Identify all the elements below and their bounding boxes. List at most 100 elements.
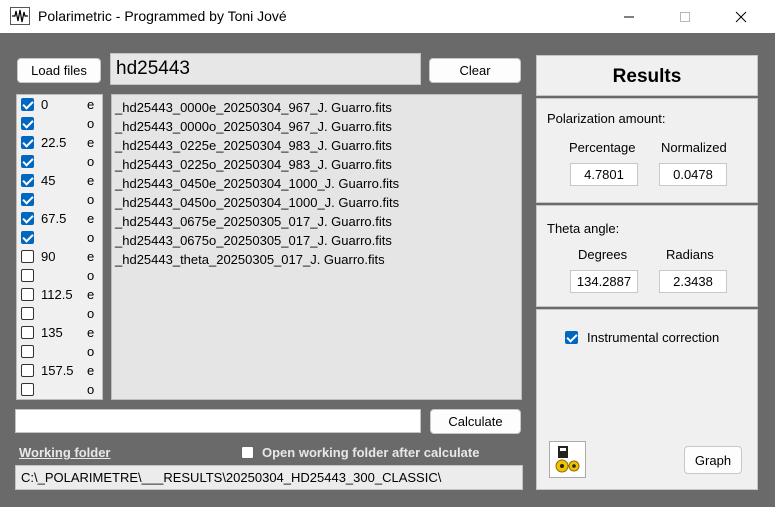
angle-e-checkbox[interactable] (21, 326, 34, 339)
ray-label: o (87, 154, 95, 169)
file-item[interactable]: _hd25443_0225o_20250304_983_J. Guarro.fi… (115, 155, 521, 174)
polarization-label: Polarization amount: (547, 111, 666, 126)
results-header-panel: Results (536, 55, 758, 96)
angle-label: 112.5 (41, 287, 73, 302)
angle-row: o (19, 343, 102, 362)
angle-row: o (19, 191, 102, 210)
waveform-icon (10, 7, 30, 25)
minimize-button[interactable] (606, 0, 652, 33)
maximize-button[interactable] (662, 0, 708, 33)
ray-label: e (87, 287, 95, 302)
calculate-button[interactable]: Calculate (430, 409, 521, 434)
ray-label: e (87, 211, 95, 226)
minimize-icon (624, 16, 634, 17)
angle-label: 22.5 (41, 135, 67, 150)
file-item[interactable]: _hd25443_0675o_20250305_017_J. Guarro.fi… (115, 231, 521, 250)
angle-row: o (19, 267, 102, 286)
ray-label: e (87, 325, 95, 340)
radians-value: 2.3438 (659, 270, 727, 293)
open-folder-checkbox[interactable] (241, 446, 254, 459)
angle-label: 67.5 (41, 211, 67, 226)
theta-label: Theta angle: (547, 221, 620, 236)
angle-row: o (19, 115, 102, 134)
instrumental-correction-checkbox[interactable] (565, 331, 578, 344)
working-folder-link[interactable]: Working folder (19, 445, 110, 460)
angle-o-checkbox[interactable] (21, 193, 34, 206)
maximize-icon (680, 11, 690, 22)
title-bar[interactable]: Polarimetric - Programmed by Toni Jové (0, 0, 775, 33)
angle-e-checkbox[interactable] (21, 98, 34, 111)
graph-button[interactable]: Graph (684, 446, 742, 474)
calculation-status-field[interactable] (15, 409, 421, 433)
angle-o-checkbox[interactable] (21, 231, 34, 244)
angle-label: 157.5 (41, 363, 74, 378)
file-item[interactable]: _hd25443_0450e_20250304_1000_J. Guarro.f… (115, 174, 521, 193)
ray-label: e (87, 363, 95, 378)
file-item[interactable]: _hd25443_0225e_20250304_983_J. Guarro.fi… (115, 136, 521, 155)
angle-row: 0e (19, 96, 102, 115)
results-title: Results (612, 66, 682, 87)
settings-button[interactable] (549, 441, 586, 478)
ray-label: e (87, 135, 95, 150)
file-list[interactable]: _hd25443_0000e_20250304_967_J. Guarro.fi… (111, 94, 522, 400)
angle-row: o (19, 153, 102, 172)
close-icon (735, 11, 747, 22)
file-item[interactable]: _hd25443_0000o_20250304_967_J. Guarro.fi… (115, 117, 521, 136)
file-item[interactable]: _hd25443_0450o_20250304_1000_J. Guarro.f… (115, 193, 521, 212)
angle-row: o (19, 305, 102, 324)
angle-o-checkbox[interactable] (21, 269, 34, 282)
theta-panel: Theta angle: Degrees Radians 134.2887 2.… (536, 205, 758, 307)
clear-button[interactable]: Clear (429, 58, 521, 83)
angle-row: 67.5 e (19, 210, 102, 229)
angle-e-checkbox[interactable] (21, 250, 34, 263)
angle-row: 22.5 e (19, 134, 102, 153)
gears-icon (553, 445, 582, 474)
ray-label: o (87, 192, 95, 207)
degrees-value: 134.2887 (570, 270, 638, 293)
angle-o-checkbox[interactable] (21, 117, 34, 130)
angle-o-checkbox[interactable] (21, 307, 34, 320)
angle-o-checkbox[interactable] (21, 155, 34, 168)
angle-o-checkbox[interactable] (21, 345, 34, 358)
normalized-label: Normalized (661, 140, 727, 155)
angle-e-checkbox[interactable] (21, 136, 34, 149)
angle-checklist: 0 e o 22.5 e o 45 e o 67.5 e o 90 e o 112.5 e o 135 e o 157.5… (16, 94, 103, 400)
ray-label: o (87, 382, 95, 397)
normalized-value: 0.0478 (659, 163, 727, 186)
ray-label: o (87, 268, 95, 283)
angle-label: 135 (41, 325, 63, 340)
ray-label: o (87, 306, 95, 321)
angle-e-checkbox[interactable] (21, 174, 34, 187)
angle-row: 90 e (19, 248, 102, 267)
angle-label: 90 (41, 249, 56, 264)
ray-label: o (87, 116, 95, 131)
file-item[interactable]: _hd25443_0675e_20250305_017_J. Guarro.fi… (115, 212, 521, 231)
app-window: Polarimetric - Programmed by Toni Jové L… (0, 0, 775, 507)
angle-label: 45 (41, 173, 56, 188)
ray-label: e (87, 173, 95, 188)
file-item[interactable]: _hd25443_theta_20250305_017_J. Guarro.fi… (115, 250, 521, 269)
angle-row: o (19, 381, 102, 400)
ray-label: e (87, 97, 95, 112)
angle-o-checkbox[interactable] (21, 383, 34, 396)
angle-row: 45 e (19, 172, 102, 191)
angle-e-checkbox[interactable] (21, 364, 34, 377)
working-folder-path[interactable]: C:\_POLARIMETRE\___RESULTS\20250304_HD25… (15, 465, 523, 490)
angle-e-checkbox[interactable] (21, 212, 34, 225)
file-item[interactable]: _hd25443_0000e_20250304_967_J. Guarro.fi… (115, 98, 521, 117)
close-button[interactable] (718, 0, 764, 33)
angle-row: 135 e (19, 324, 102, 343)
ray-label: o (87, 230, 95, 245)
ray-label: o (87, 344, 95, 359)
angle-row: 157.5 e (19, 362, 102, 381)
object-name-input[interactable]: hd25443 (110, 53, 421, 85)
angle-row: 112.5 e (19, 286, 102, 305)
percentage-label: Percentage (569, 140, 636, 155)
load-files-button[interactable]: Load files (17, 58, 101, 83)
open-folder-label: Open working folder after calculate (262, 445, 480, 460)
angle-label: 0 (41, 97, 49, 112)
window-title: Polarimetric - Programmed by Toni Jové (38, 8, 287, 24)
angle-e-checkbox[interactable] (21, 288, 34, 301)
angle-row: o (19, 229, 102, 248)
ray-label: e (87, 249, 95, 264)
